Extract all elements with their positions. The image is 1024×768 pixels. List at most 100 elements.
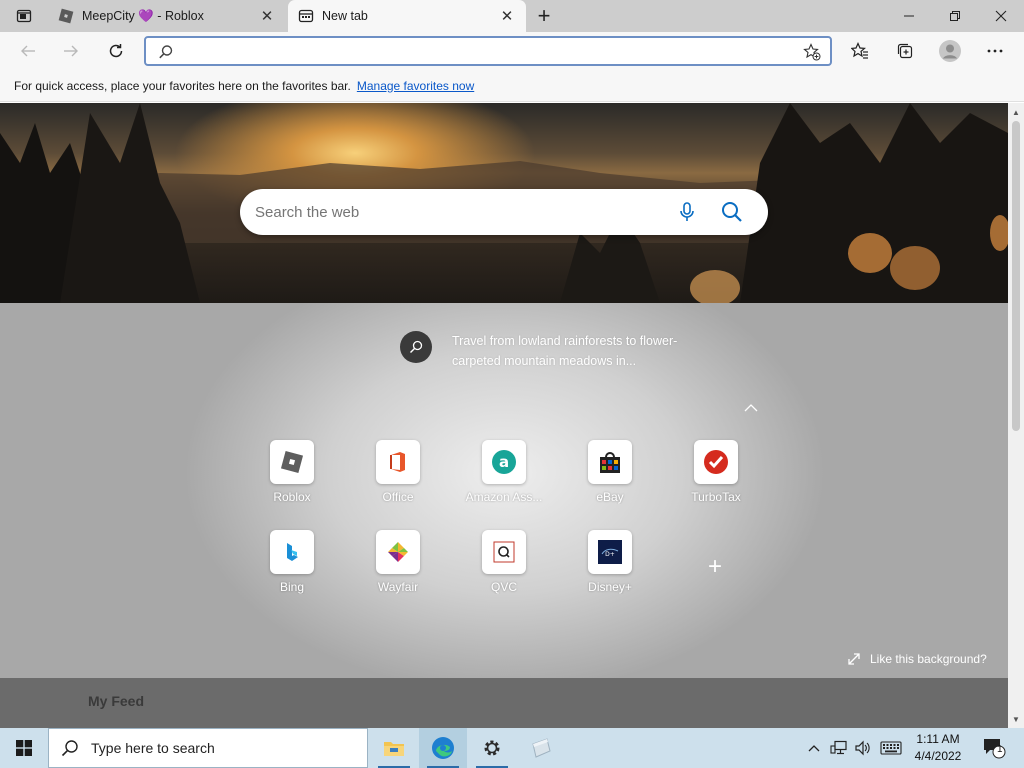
- scroll-up-arrow-icon[interactable]: ▲: [1008, 105, 1024, 119]
- forward-arrow-icon: [64, 45, 78, 57]
- windows-logo-icon: [16, 740, 32, 756]
- favorites-bar-message: For quick access, place your favorites h…: [14, 78, 351, 93]
- close-icon: [995, 10, 1007, 22]
- search-icon[interactable]: [720, 200, 744, 224]
- keyboard-tray-button[interactable]: [878, 728, 904, 768]
- quick-link-label: Wayfair: [377, 580, 419, 594]
- minimize-icon: [904, 15, 914, 17]
- notification-count: 1: [997, 744, 1003, 755]
- favorites-button[interactable]: [845, 36, 875, 66]
- image-search-icon: [400, 331, 432, 363]
- quick-link-wayfair[interactable]: Wayfair: [358, 530, 438, 610]
- microphone-icon[interactable]: [676, 201, 698, 223]
- web-search-box[interactable]: [240, 189, 768, 235]
- keyboard-icon: [880, 741, 902, 755]
- forward-button[interactable]: [56, 36, 86, 66]
- new-tab-button[interactable]: +: [528, 0, 560, 32]
- roblox-icon: [270, 440, 314, 484]
- back-button[interactable]: [13, 36, 43, 66]
- ebay-icon: [588, 440, 632, 484]
- taskbar-search-placeholder: Type here to search: [91, 740, 215, 756]
- roblox-taskbar-button[interactable]: [517, 728, 565, 768]
- quick-link-turbotax[interactable]: TurboTax: [676, 440, 756, 520]
- taskbar-clock[interactable]: 1:11 AM 4/4/2022: [906, 731, 970, 765]
- new-tab-favicon-icon: [298, 8, 314, 24]
- refresh-button[interactable]: [101, 36, 131, 66]
- tab-new-tab[interactable]: New tab ✕: [288, 0, 526, 32]
- scrollbar-thumb[interactable]: [1012, 121, 1020, 431]
- quick-link-label: Disney+: [588, 580, 632, 594]
- quick-link-disney-plus[interactable]: D+ Disney+: [570, 530, 650, 610]
- like-background-label: Like this background?: [870, 652, 987, 666]
- my-feed-section: My Feed: [0, 678, 1008, 728]
- tab-title: New tab: [322, 9, 368, 23]
- chevron-up-icon: [808, 745, 820, 752]
- tab-title: MeepCity 💜 - Roblox: [82, 8, 204, 23]
- network-tray-button[interactable]: [828, 728, 850, 768]
- tab-meepcity-roblox[interactable]: MeepCity 💜 - Roblox ✕: [48, 0, 286, 32]
- show-hidden-icons-button[interactable]: [804, 728, 824, 768]
- avatar: [939, 40, 961, 62]
- quick-link-label: QVC: [490, 580, 517, 594]
- quick-link-label: Bing: [279, 580, 305, 594]
- settings-taskbar-button[interactable]: [468, 728, 516, 768]
- windows-taskbar: Type here to search 1:11 AM 4/4/2022 1: [0, 728, 1024, 768]
- quick-link-label: TurboTax: [691, 490, 741, 504]
- chevron-up-icon[interactable]: [742, 401, 760, 415]
- quick-link-label: eBay: [596, 490, 624, 504]
- close-tab-icon[interactable]: ✕: [498, 7, 516, 25]
- refresh-icon: [109, 44, 123, 58]
- notifications-button[interactable]: 1: [978, 728, 1010, 768]
- restore-icon: [950, 11, 960, 21]
- quick-link-bing[interactable]: Bing: [252, 530, 332, 610]
- favorites-icon: [851, 42, 868, 59]
- svg-text:D+: D+: [605, 551, 615, 558]
- add-favorite-icon[interactable]: [803, 43, 821, 61]
- wayfair-icon: [376, 530, 420, 574]
- search-icon: [61, 740, 78, 757]
- taskbar-search-box[interactable]: Type here to search: [48, 728, 368, 768]
- maximize-button[interactable]: [932, 0, 978, 32]
- amazon-icon: a: [482, 440, 526, 484]
- minimize-button[interactable]: [886, 0, 932, 32]
- network-icon: [830, 740, 847, 755]
- disney-icon: D+: [588, 530, 632, 574]
- new-tab-page: Travel from lowland rainforests to flowe…: [0, 103, 1008, 728]
- tab-actions-button[interactable]: [8, 0, 40, 32]
- background-info[interactable]: Travel from lowland rainforests to flowe…: [400, 331, 740, 371]
- quick-link-qvc[interactable]: QVC: [464, 530, 544, 610]
- address-input[interactable]: [180, 41, 800, 61]
- background-image: [0, 103, 1008, 303]
- collections-icon: [897, 43, 913, 59]
- start-button[interactable]: [0, 728, 48, 768]
- search-icon: [159, 45, 173, 59]
- my-feed-title[interactable]: My Feed: [88, 693, 144, 709]
- settings-menu-button[interactable]: [980, 36, 1010, 66]
- edge-taskbar-button[interactable]: [419, 728, 467, 768]
- favorites-bar: For quick access, place your favorites h…: [0, 70, 1024, 102]
- add-quick-link-button[interactable]: +: [703, 555, 727, 579]
- quick-link-ebay[interactable]: eBay: [570, 440, 650, 520]
- quick-link-label: Office: [382, 490, 414, 504]
- address-bar[interactable]: [144, 36, 832, 66]
- page-scrollbar[interactable]: ▲ ▼: [1008, 103, 1024, 728]
- volume-tray-button[interactable]: [852, 728, 874, 768]
- web-search-input[interactable]: [255, 202, 655, 222]
- quick-link-label: Roblox: [273, 490, 311, 504]
- scroll-down-arrow-icon[interactable]: ▼: [1008, 712, 1024, 726]
- close-window-button[interactable]: [978, 0, 1024, 32]
- collections-button[interactable]: [890, 36, 920, 66]
- profile-button[interactable]: [935, 36, 965, 66]
- quick-link-roblox[interactable]: Roblox: [252, 440, 332, 520]
- tab-strip: MeepCity 💜 - Roblox ✕ New tab ✕ +: [0, 0, 1024, 32]
- file-explorer-button[interactable]: [370, 728, 418, 768]
- svg-text:a: a: [499, 453, 509, 471]
- clock-time: 1:11 AM: [916, 732, 960, 746]
- close-tab-icon[interactable]: ✕: [258, 7, 276, 25]
- clock-date: 4/4/2022: [914, 749, 962, 763]
- quick-link-office[interactable]: Office: [358, 440, 438, 520]
- like-background-button[interactable]: Like this background?: [846, 651, 987, 667]
- bing-icon: [270, 530, 314, 574]
- manage-favorites-link[interactable]: Manage favorites now: [357, 79, 474, 93]
- quick-link-amazon-assistant[interactable]: a Amazon Ass...: [464, 440, 544, 520]
